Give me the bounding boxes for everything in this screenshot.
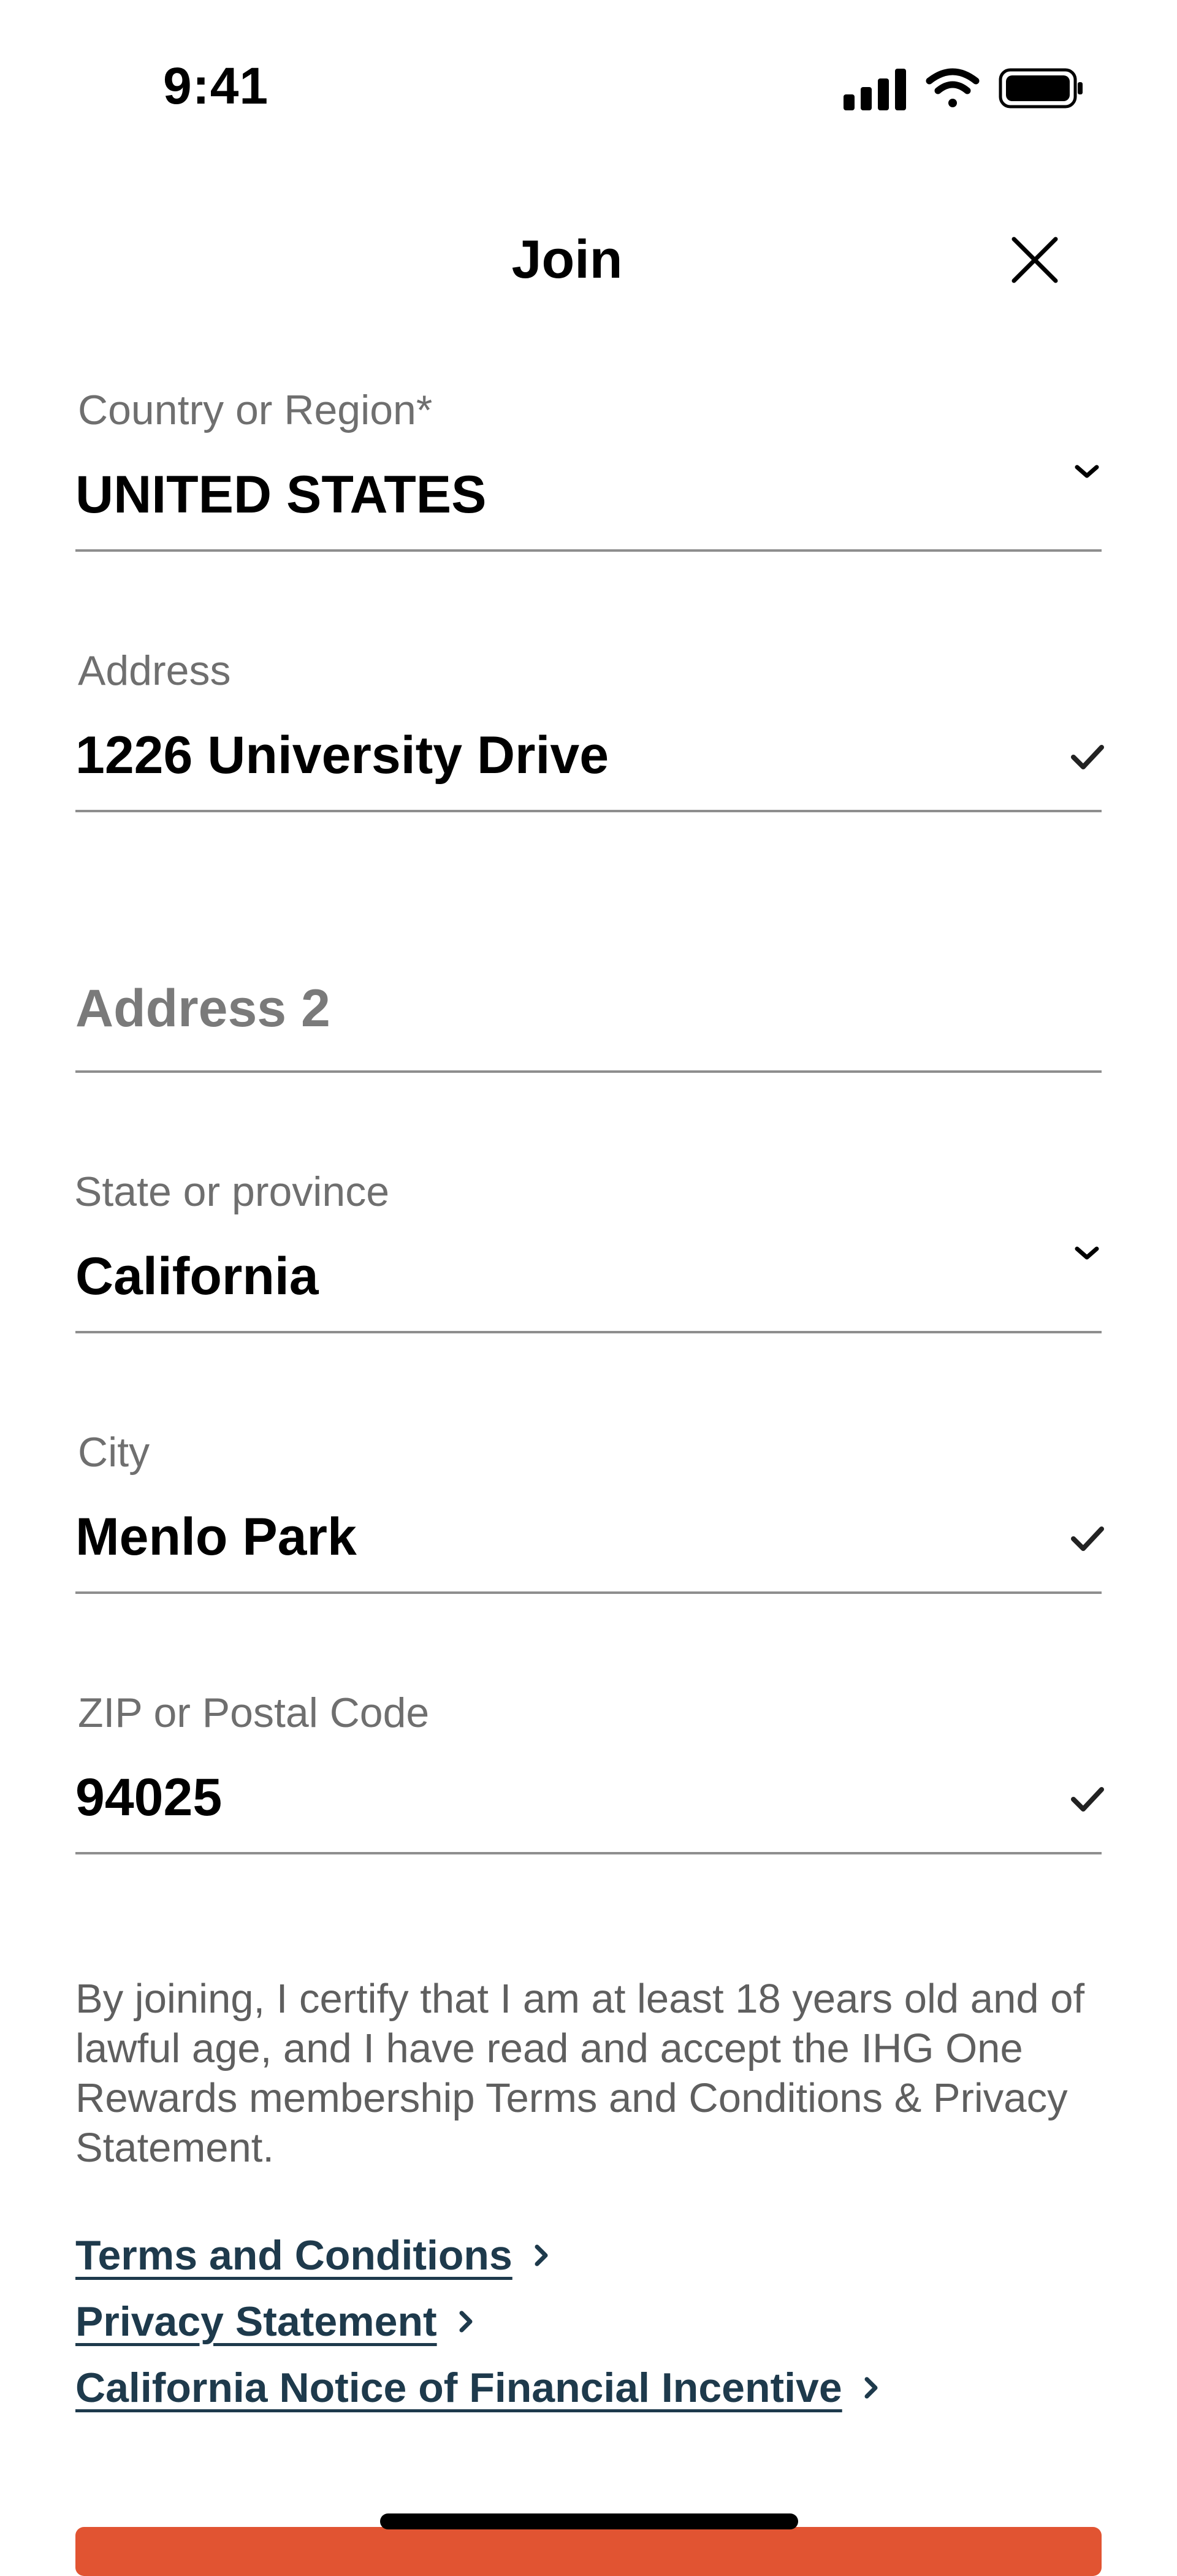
country-label: Country or Region* xyxy=(78,387,433,433)
country-select[interactable]: Country or Region* UNITED STATES xyxy=(75,386,1102,570)
chevron-down-icon xyxy=(1075,1246,1099,1260)
checkmark-icon xyxy=(1071,745,1104,769)
zip-value[interactable]: 94025 xyxy=(75,1767,222,1828)
city-label: City xyxy=(78,1429,150,1476)
zip-label: ZIP or Postal Code xyxy=(78,1690,430,1736)
address-field[interactable]: Address 1226 University Drive xyxy=(75,647,1104,831)
city-underline xyxy=(75,1591,1102,1594)
privacy-link-row[interactable]: Privacy Statement xyxy=(75,2288,1118,2355)
city-value[interactable]: Menlo Park xyxy=(75,1507,357,1568)
city-field[interactable]: City Menlo Park xyxy=(75,1428,1104,1612)
california-notice-link-row[interactable]: California Notice of Financial Incentive xyxy=(75,2355,1118,2421)
address2-underline xyxy=(75,1070,1102,1073)
state-select[interactable]: State or province California xyxy=(74,1168,1102,1352)
state-value: California xyxy=(75,1247,319,1306)
disclaimer-text: By joining, I certify that I am at least… xyxy=(75,1976,1085,2171)
battery-icon xyxy=(999,68,1083,109)
terms-link[interactable]: Terms and Conditions xyxy=(75,2231,512,2279)
privacy-link[interactable]: Privacy Statement xyxy=(75,2298,437,2345)
status-time: 9:41 xyxy=(163,57,269,115)
address2-field[interactable] xyxy=(75,975,1102,1079)
join-button[interactable] xyxy=(75,2527,1102,2576)
chevron-right-icon xyxy=(535,2244,548,2266)
country-value: UNITED STATES xyxy=(75,465,487,524)
address-value[interactable]: 1226 University Drive xyxy=(75,725,609,786)
state-label: State or province xyxy=(74,1168,390,1215)
address-underline xyxy=(75,810,1102,812)
address2-input[interactable] xyxy=(75,975,995,1042)
status-icons xyxy=(844,68,1083,110)
page-title: Join xyxy=(511,229,623,289)
home-indicator xyxy=(380,2513,798,2529)
terms-link-row[interactable]: Terms and Conditions xyxy=(75,2222,1118,2288)
california-notice-link[interactable]: California Notice of Financial Incentive xyxy=(75,2364,842,2412)
close-icon[interactable] xyxy=(1009,234,1061,286)
checkmark-icon xyxy=(1071,1787,1104,1812)
country-underline xyxy=(75,549,1102,552)
cellular-signal-icon xyxy=(844,69,906,110)
zip-underline xyxy=(75,1852,1102,1854)
zip-field[interactable]: ZIP or Postal Code 94025 xyxy=(75,1689,1104,1873)
checkmark-icon xyxy=(1071,1526,1104,1551)
state-underline xyxy=(75,1331,1102,1333)
chevron-right-icon xyxy=(459,2311,473,2333)
chevron-right-icon xyxy=(864,2377,878,2399)
address-label: Address xyxy=(78,647,231,694)
wifi-icon xyxy=(926,68,980,107)
chevron-down-icon xyxy=(1075,465,1099,478)
legal-links: Terms and Conditions Privacy Statement C… xyxy=(75,2222,1118,2421)
